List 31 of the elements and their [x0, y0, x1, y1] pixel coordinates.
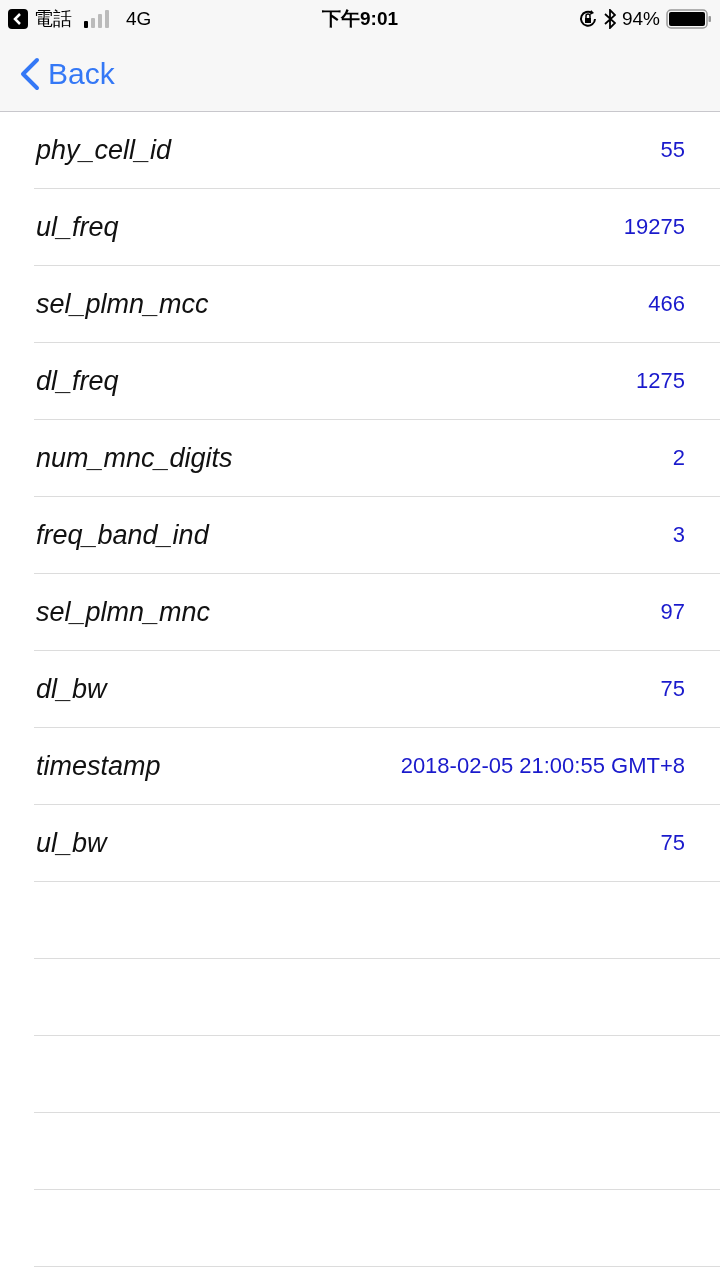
battery-icon	[666, 8, 712, 29]
back-button[interactable]: Back	[20, 57, 115, 91]
rotation-lock-icon	[578, 8, 598, 29]
field-name: ul_freq	[36, 211, 119, 243]
field-name: dl_freq	[36, 365, 119, 397]
back-app-icon[interactable]	[8, 8, 28, 29]
field-value: 19275	[623, 214, 685, 240]
field-name: num_mnc_digits	[36, 442, 233, 474]
field-value: 3	[672, 522, 685, 548]
clock: 下午9:01	[322, 6, 398, 31]
field-name: freq_band_ind	[36, 519, 209, 551]
field-value: 2018-02-05 21:00:55 GMT+8	[400, 753, 685, 779]
bluetooth-icon	[604, 8, 616, 29]
field-name: sel_plmn_mnc	[36, 596, 211, 628]
field-name: timestamp	[36, 750, 161, 782]
field-value: 55	[660, 137, 685, 163]
signal-icon	[84, 9, 112, 28]
field-value: 97	[660, 599, 685, 625]
field-name: ul_bw	[36, 827, 107, 859]
field-name: sel_plmn_mcc	[36, 288, 209, 320]
field-name: phy_cell_id	[36, 134, 172, 166]
battery-percent: 94%	[622, 7, 660, 30]
network-type: 4G	[126, 7, 152, 30]
chevron-icon	[20, 57, 40, 91]
field-value: 1275	[636, 368, 685, 394]
field-value: 75	[660, 676, 685, 702]
field-value: 2	[672, 445, 685, 471]
back-app-label[interactable]: 電話	[34, 5, 72, 32]
field-value: 466	[648, 291, 685, 317]
field-value: 75	[660, 830, 685, 856]
field-name: dl_bw	[36, 673, 107, 705]
